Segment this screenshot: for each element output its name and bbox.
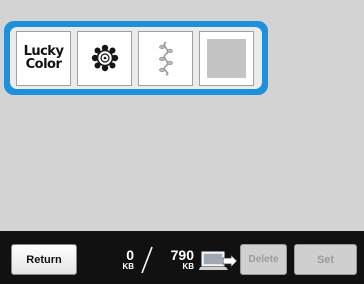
pattern-tile-empty[interactable] <box>199 30 254 86</box>
memory-total-value: 790 <box>170 247 194 263</box>
lucky-color-button[interactable]: Lucky Color <box>16 30 71 86</box>
memory-total: 790 KB <box>164 248 194 272</box>
delete-button[interactable]: Delete <box>240 244 287 275</box>
embroidery-screen: Lucky Color Return 0 KB 790 KB Delete Se… <box>0 0 364 284</box>
memory-used: 0 KB <box>112 248 134 272</box>
memory-used-unit: KB <box>122 262 134 271</box>
pattern-tile-ornament[interactable] <box>77 30 132 86</box>
bottom-toolbar: Return 0 KB 790 KB Delete Set <box>0 231 364 284</box>
ornament-pattern-icon <box>91 44 118 72</box>
memory-used-value: 0 <box>126 247 134 263</box>
empty-pattern-swatch <box>207 38 246 78</box>
lucky-color-label-line2: Color <box>25 57 62 72</box>
pattern-tray-inner: Lucky Color <box>10 27 262 89</box>
memory-total-unit: KB <box>182 262 194 271</box>
vine-pattern-icon <box>158 41 173 76</box>
set-button[interactable]: Set <box>294 244 357 275</box>
memory-divider-slash <box>141 246 153 274</box>
pattern-selection-tray: Lucky Color <box>4 21 268 95</box>
pattern-tile-vine[interactable] <box>138 30 193 86</box>
usb-transfer-icon <box>199 251 238 270</box>
return-button[interactable]: Return <box>11 244 77 275</box>
